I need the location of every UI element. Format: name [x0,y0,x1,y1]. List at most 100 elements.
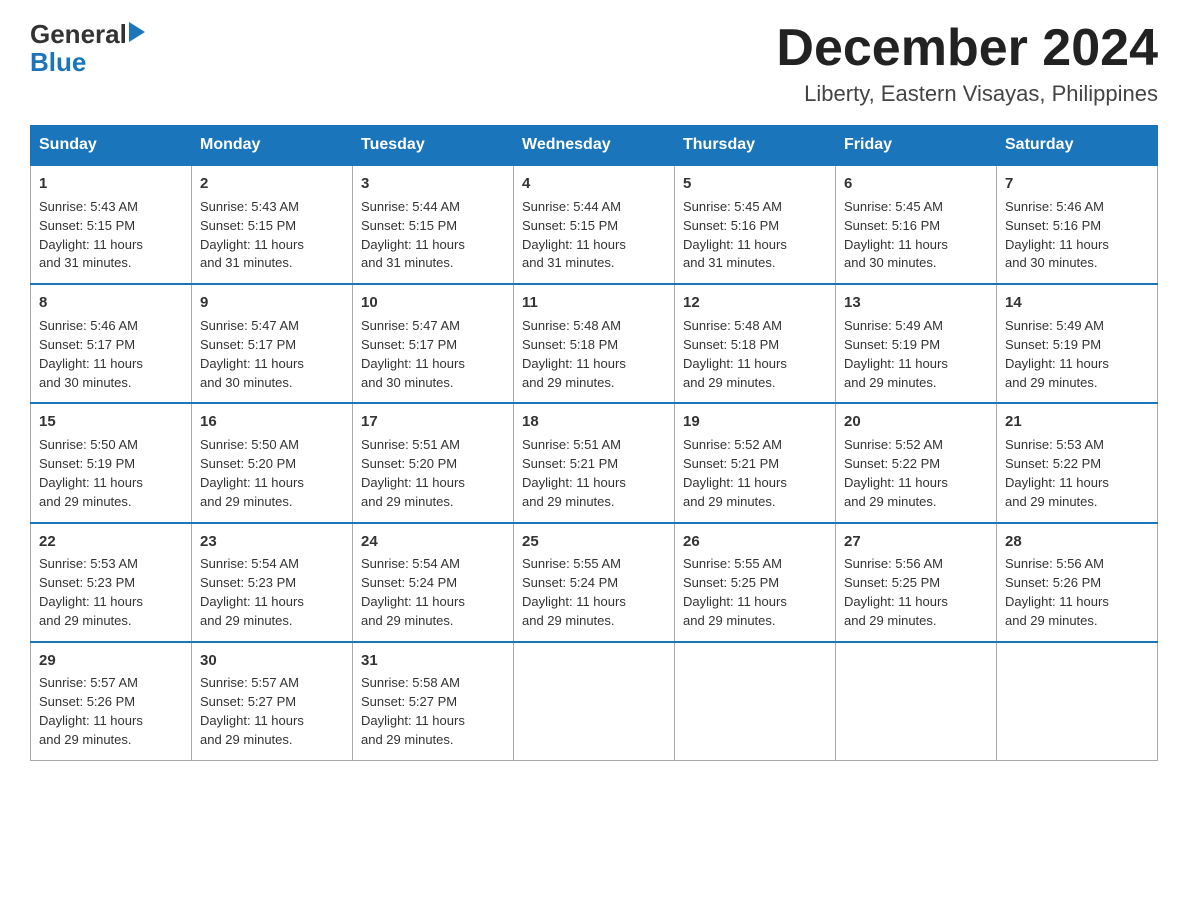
day-number: 17 [361,411,505,433]
calendar-day: 16 Sunrise: 5:50 AMSunset: 5:20 PMDaylig… [192,403,353,522]
calendar-week-1: 1 Sunrise: 5:43 AMSunset: 5:15 PMDayligh… [31,165,1158,284]
calendar-day: 24 Sunrise: 5:54 AMSunset: 5:24 PMDaylig… [353,523,514,642]
day-info: Sunrise: 5:43 AMSunset: 5:15 PMDaylight:… [200,199,304,271]
weekday-header-row: Sunday Monday Tuesday Wednesday Thursday… [31,126,1158,166]
calendar-body: 1 Sunrise: 5:43 AMSunset: 5:15 PMDayligh… [31,165,1158,760]
day-number: 29 [39,650,183,672]
day-number: 22 [39,531,183,553]
calendar-day: 15 Sunrise: 5:50 AMSunset: 5:19 PMDaylig… [31,403,192,522]
day-info: Sunrise: 5:56 AMSunset: 5:25 PMDaylight:… [844,556,948,628]
calendar-day: 5 Sunrise: 5:45 AMSunset: 5:16 PMDayligh… [675,165,836,284]
day-number: 25 [522,531,666,553]
day-info: Sunrise: 5:52 AMSunset: 5:22 PMDaylight:… [844,437,948,509]
calendar-day: 29 Sunrise: 5:57 AMSunset: 5:26 PMDaylig… [31,642,192,761]
day-info: Sunrise: 5:44 AMSunset: 5:15 PMDaylight:… [522,199,626,271]
calendar-day: 13 Sunrise: 5:49 AMSunset: 5:19 PMDaylig… [836,284,997,403]
subtitle: Liberty, Eastern Visayas, Philippines [776,81,1158,107]
calendar-day: 21 Sunrise: 5:53 AMSunset: 5:22 PMDaylig… [997,403,1158,522]
calendar-header: Sunday Monday Tuesday Wednesday Thursday… [31,126,1158,166]
day-number: 14 [1005,292,1149,314]
day-info: Sunrise: 5:45 AMSunset: 5:16 PMDaylight:… [844,199,948,271]
day-number: 12 [683,292,827,314]
calendar-day [836,642,997,761]
calendar-table: Sunday Monday Tuesday Wednesday Thursday… [30,125,1158,761]
calendar-day: 26 Sunrise: 5:55 AMSunset: 5:25 PMDaylig… [675,523,836,642]
day-info: Sunrise: 5:54 AMSunset: 5:24 PMDaylight:… [361,556,465,628]
day-info: Sunrise: 5:56 AMSunset: 5:26 PMDaylight:… [1005,556,1109,628]
calendar-day: 2 Sunrise: 5:43 AMSunset: 5:15 PMDayligh… [192,165,353,284]
day-info: Sunrise: 5:51 AMSunset: 5:21 PMDaylight:… [522,437,626,509]
calendar-day: 30 Sunrise: 5:57 AMSunset: 5:27 PMDaylig… [192,642,353,761]
day-info: Sunrise: 5:58 AMSunset: 5:27 PMDaylight:… [361,675,465,747]
header-tuesday: Tuesday [353,126,514,166]
day-number: 23 [200,531,344,553]
calendar-day: 20 Sunrise: 5:52 AMSunset: 5:22 PMDaylig… [836,403,997,522]
day-info: Sunrise: 5:51 AMSunset: 5:20 PMDaylight:… [361,437,465,509]
logo-arrow-icon [129,22,145,42]
day-info: Sunrise: 5:47 AMSunset: 5:17 PMDaylight:… [200,318,304,390]
day-number: 16 [200,411,344,433]
day-number: 26 [683,531,827,553]
day-number: 5 [683,173,827,195]
calendar-day: 25 Sunrise: 5:55 AMSunset: 5:24 PMDaylig… [514,523,675,642]
day-number: 24 [361,531,505,553]
calendar-day: 17 Sunrise: 5:51 AMSunset: 5:20 PMDaylig… [353,403,514,522]
day-info: Sunrise: 5:43 AMSunset: 5:15 PMDaylight:… [39,199,143,271]
calendar-day: 3 Sunrise: 5:44 AMSunset: 5:15 PMDayligh… [353,165,514,284]
day-info: Sunrise: 5:52 AMSunset: 5:21 PMDaylight:… [683,437,787,509]
day-info: Sunrise: 5:55 AMSunset: 5:24 PMDaylight:… [522,556,626,628]
calendar-week-2: 8 Sunrise: 5:46 AMSunset: 5:17 PMDayligh… [31,284,1158,403]
day-number: 31 [361,650,505,672]
day-number: 30 [200,650,344,672]
logo-row1: General [30,20,145,49]
day-info: Sunrise: 5:45 AMSunset: 5:16 PMDaylight:… [683,199,787,271]
day-info: Sunrise: 5:54 AMSunset: 5:23 PMDaylight:… [200,556,304,628]
day-number: 11 [522,292,666,314]
calendar-day: 7 Sunrise: 5:46 AMSunset: 5:16 PMDayligh… [997,165,1158,284]
calendar-week-5: 29 Sunrise: 5:57 AMSunset: 5:26 PMDaylig… [31,642,1158,761]
header-wednesday: Wednesday [514,126,675,166]
calendar-day [997,642,1158,761]
header-sunday: Sunday [31,126,192,166]
main-title: December 2024 [776,20,1158,77]
day-info: Sunrise: 5:47 AMSunset: 5:17 PMDaylight:… [361,318,465,390]
day-info: Sunrise: 5:57 AMSunset: 5:27 PMDaylight:… [200,675,304,747]
header-friday: Friday [836,126,997,166]
day-number: 2 [200,173,344,195]
title-area: December 2024 Liberty, Eastern Visayas, … [776,20,1158,107]
calendar-day: 27 Sunrise: 5:56 AMSunset: 5:25 PMDaylig… [836,523,997,642]
calendar-day: 18 Sunrise: 5:51 AMSunset: 5:21 PMDaylig… [514,403,675,522]
calendar-day: 19 Sunrise: 5:52 AMSunset: 5:21 PMDaylig… [675,403,836,522]
header-thursday: Thursday [675,126,836,166]
calendar-day: 12 Sunrise: 5:48 AMSunset: 5:18 PMDaylig… [675,284,836,403]
day-number: 8 [39,292,183,314]
calendar-day: 22 Sunrise: 5:53 AMSunset: 5:23 PMDaylig… [31,523,192,642]
day-number: 19 [683,411,827,433]
day-info: Sunrise: 5:49 AMSunset: 5:19 PMDaylight:… [1005,318,1109,390]
calendar-week-3: 15 Sunrise: 5:50 AMSunset: 5:19 PMDaylig… [31,403,1158,522]
day-number: 28 [1005,531,1149,553]
day-info: Sunrise: 5:53 AMSunset: 5:23 PMDaylight:… [39,556,143,628]
calendar-day: 1 Sunrise: 5:43 AMSunset: 5:15 PMDayligh… [31,165,192,284]
calendar-day: 9 Sunrise: 5:47 AMSunset: 5:17 PMDayligh… [192,284,353,403]
calendar-day: 4 Sunrise: 5:44 AMSunset: 5:15 PMDayligh… [514,165,675,284]
day-info: Sunrise: 5:46 AMSunset: 5:17 PMDaylight:… [39,318,143,390]
calendar-day: 6 Sunrise: 5:45 AMSunset: 5:16 PMDayligh… [836,165,997,284]
day-number: 10 [361,292,505,314]
logo-general-text: General [30,20,127,49]
calendar-day: 11 Sunrise: 5:48 AMSunset: 5:18 PMDaylig… [514,284,675,403]
day-info: Sunrise: 5:48 AMSunset: 5:18 PMDaylight:… [683,318,787,390]
logo-blue-text: Blue [30,49,86,75]
day-number: 9 [200,292,344,314]
calendar-day: 31 Sunrise: 5:58 AMSunset: 5:27 PMDaylig… [353,642,514,761]
page-header: General Blue December 2024 Liberty, East… [30,20,1158,107]
day-info: Sunrise: 5:44 AMSunset: 5:15 PMDaylight:… [361,199,465,271]
day-number: 27 [844,531,988,553]
day-number: 1 [39,173,183,195]
day-number: 21 [1005,411,1149,433]
calendar-day: 10 Sunrise: 5:47 AMSunset: 5:17 PMDaylig… [353,284,514,403]
calendar-day: 28 Sunrise: 5:56 AMSunset: 5:26 PMDaylig… [997,523,1158,642]
calendar-day: 23 Sunrise: 5:54 AMSunset: 5:23 PMDaylig… [192,523,353,642]
day-info: Sunrise: 5:50 AMSunset: 5:20 PMDaylight:… [200,437,304,509]
logo: General Blue [30,20,145,75]
